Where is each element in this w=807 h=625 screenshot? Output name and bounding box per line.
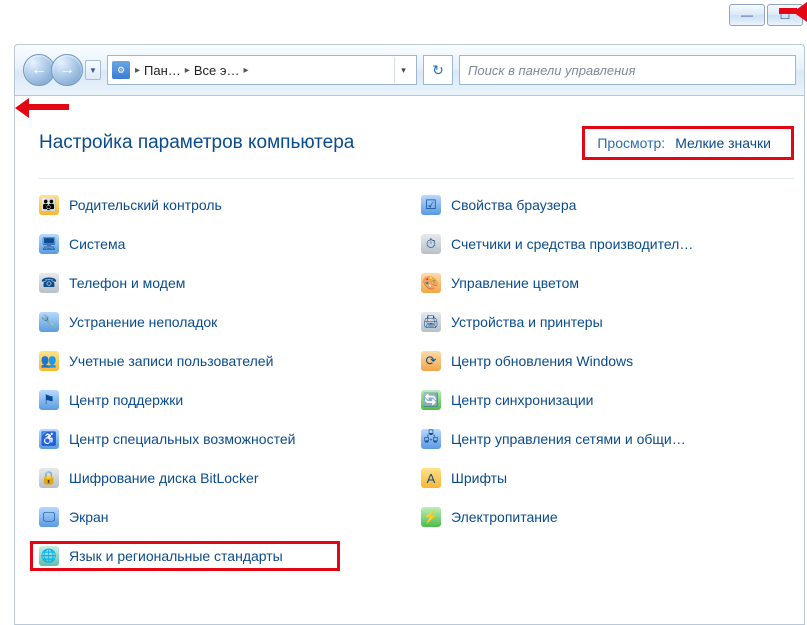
cp-item-label: Язык и региональные стандарты	[69, 548, 283, 564]
cp-item-label: Электропитание	[451, 509, 558, 525]
sync-icon: 🔄	[421, 390, 441, 410]
cp-item-label: Центр специальных возможностей	[69, 431, 295, 447]
cp-item-label: Счетчики и средства производител…	[451, 236, 693, 252]
nav-history-buttons: ← → ▼	[23, 54, 101, 86]
display-icon: 🖵	[39, 507, 59, 527]
annotation-arrow-icon	[39, 571, 99, 595]
cp-item-label: Центр управления сетями и общи…	[451, 431, 686, 447]
item-ease-of-access[interactable]: ♿ Центр специальных возможностей	[39, 429, 409, 449]
color-icon: 🎨	[421, 273, 441, 293]
view-label: Просмотр:	[597, 135, 665, 151]
item-windows-update[interactable]: ⟳ Центр обновления Windows	[421, 351, 794, 371]
update-icon: ⟳	[421, 351, 441, 371]
item-system[interactable]: 🖥 Система	[39, 234, 409, 254]
window-titlebar: — ☐	[0, 0, 807, 44]
cp-item-label: Шрифты	[451, 470, 507, 486]
item-network-sharing[interactable]: 🖧 Центр управления сетями и общи…	[421, 429, 794, 449]
flag-icon: ⚑	[39, 390, 59, 410]
wrench-icon: 🔧	[39, 312, 59, 332]
phone-icon: ☎	[39, 273, 59, 293]
item-sync-center[interactable]: 🔄 Центр синхронизации	[421, 390, 794, 410]
history-dropdown[interactable]: ▼	[85, 60, 101, 80]
item-internet-options[interactable]: ☑ Свойства браузера	[421, 195, 794, 215]
view-value: Мелкие значки	[675, 135, 771, 151]
item-parental-controls[interactable]: 👪 Родительский контроль	[39, 195, 409, 215]
cp-item-label: Телефон и модем	[69, 275, 185, 291]
family-icon: 👪	[39, 195, 59, 215]
item-power-options[interactable]: ⚡ Электропитание	[421, 507, 794, 527]
lock-icon: 🔒	[39, 468, 59, 488]
gauge-icon: ⏱	[421, 234, 441, 254]
item-display[interactable]: 🖵 Экран	[39, 507, 409, 527]
cp-item-label: Система	[69, 236, 125, 252]
breadcrumb-seg[interactable]: Пан…	[141, 63, 184, 78]
breadcrumb-seg[interactable]: Все э…	[191, 63, 243, 78]
cp-item-label: Центр поддержки	[69, 392, 183, 408]
fonts-icon: A	[421, 468, 441, 488]
power-icon: ⚡	[421, 507, 441, 527]
content-header: Настройка параметров компьютера Просмотр…	[39, 126, 794, 179]
forward-button[interactable]: →	[51, 54, 83, 86]
address-dropdown[interactable]: ▾	[394, 57, 412, 83]
cp-item-label: Свойства браузера	[451, 197, 576, 213]
search-input[interactable]: Поиск в панели управления	[459, 55, 796, 85]
cp-item-label: Родительский контроль	[69, 197, 222, 213]
highlight-region-language: 🌐 Язык и региональные стандарты	[30, 541, 340, 571]
control-panel-icon: ⚙	[112, 61, 130, 79]
address-bar[interactable]: ⚙ ▸ Пан… ▸ Все э… ▸ ▾	[107, 55, 417, 85]
cp-item-label: Устройства и принтеры	[451, 314, 603, 330]
control-panel-items: 👪 Родительский контроль ☑ Свойства брауз…	[39, 195, 794, 571]
cp-item-label: Шифрование диска BitLocker	[69, 470, 259, 486]
item-bitlocker[interactable]: 🔒 Шифрование диска BitLocker	[39, 468, 409, 488]
computer-icon: 🖥	[39, 234, 59, 254]
users-icon: 👥	[39, 351, 59, 371]
item-action-center[interactable]: ⚑ Центр поддержки	[39, 390, 409, 410]
page-title: Настройка параметров компьютера	[39, 132, 354, 154]
cp-item-label: Учетные записи пользователей	[69, 353, 273, 369]
printer-icon: 🖨	[421, 312, 441, 332]
item-color-management[interactable]: 🎨 Управление цветом	[421, 273, 794, 293]
breadcrumb-arrow-icon: ▸	[134, 65, 141, 76]
cp-item-label: Управление цветом	[451, 275, 579, 291]
item-region-language[interactable]: 🌐 Язык и региональные стандарты	[39, 546, 331, 566]
item-performance[interactable]: ⏱ Счетчики и средства производител…	[421, 234, 794, 254]
minimize-button[interactable]: —	[729, 4, 765, 26]
item-fonts[interactable]: A Шрифты	[421, 468, 794, 488]
navigation-bar: ← → ▼ ⚙ ▸ Пан… ▸ Все э… ▸ ▾ ↻ Поиск в па…	[14, 44, 805, 96]
globe-check-icon: ☑	[421, 195, 441, 215]
cp-item-label: Центр обновления Windows	[451, 353, 633, 369]
globe-icon: 🌐	[39, 546, 59, 566]
accessibility-icon: ♿	[39, 429, 59, 449]
refresh-button[interactable]: ↻	[423, 55, 453, 85]
breadcrumb-arrow-icon: ▸	[184, 65, 191, 76]
item-phone-modem[interactable]: ☎ Телефон и модем	[39, 273, 409, 293]
view-selector[interactable]: Просмотр: Мелкие значки	[582, 126, 794, 160]
item-user-accounts[interactable]: 👥 Учетные записи пользователей	[39, 351, 409, 371]
breadcrumb-arrow-icon: ▸	[242, 65, 249, 76]
cp-item-label: Экран	[69, 509, 109, 525]
cp-item-label: Центр синхронизации	[451, 392, 594, 408]
content-pane: Настройка параметров компьютера Просмотр…	[14, 96, 805, 625]
cp-item-label: Устранение неполадок	[69, 314, 217, 330]
item-troubleshooting[interactable]: 🔧 Устранение неполадок	[39, 312, 409, 332]
item-devices-printers[interactable]: 🖨 Устройства и принтеры	[421, 312, 794, 332]
network-icon: 🖧	[421, 429, 441, 449]
